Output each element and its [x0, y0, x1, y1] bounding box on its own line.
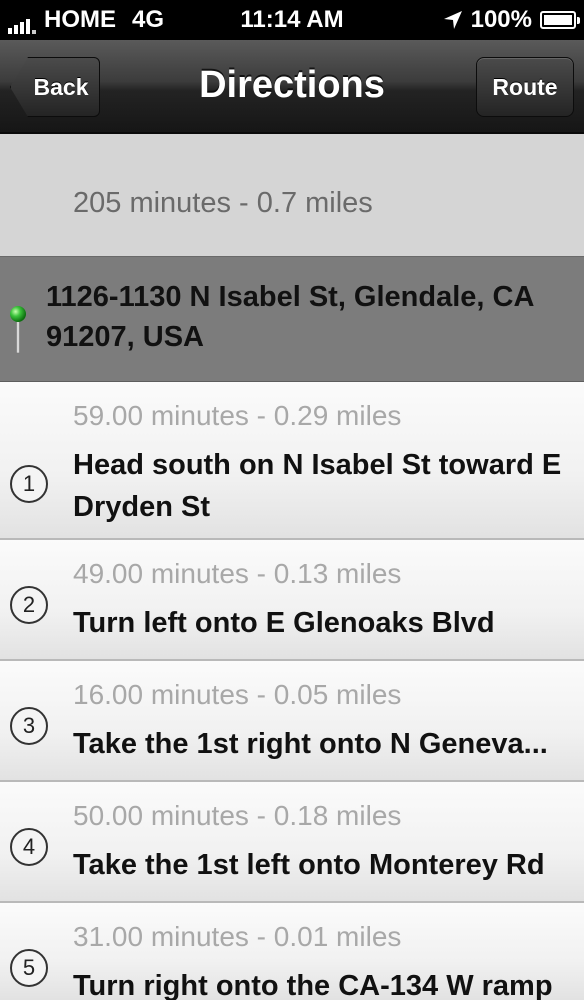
step-instruction: Take the 1st left onto Monterey Rd: [73, 849, 545, 881]
direction-step[interactable]: 49.00 minutes - 0.13 miles Turn left ont…: [0, 540, 584, 661]
step-instruction: Turn left onto E Glenoaks Blvd: [73, 607, 495, 639]
route-summary-text: 205 minutes - 0.7 miles: [73, 187, 373, 219]
step-number-badge: 2: [10, 586, 48, 624]
step-number-badge: 5: [10, 949, 48, 987]
map-pin-icon: [10, 306, 26, 354]
route-summary: 205 minutes - 0.7 miles: [0, 134, 584, 256]
step-number-badge: 4: [10, 828, 48, 866]
step-instruction: Head south on N Isabel St toward E Dryde…: [73, 449, 562, 523]
route-button[interactable]: Route: [476, 57, 574, 117]
direction-step[interactable]: 16.00 minutes - 0.05 miles Take the 1st …: [0, 661, 584, 782]
step-meta: 16.00 minutes - 0.05 miles: [73, 679, 402, 710]
step-instruction: Take the 1st right onto N Geneva...: [73, 728, 548, 760]
status-bar: HOME 4G 11:14 AM 100%: [0, 0, 584, 40]
step-meta: 50.00 minutes - 0.18 miles: [73, 800, 402, 831]
destination-address: 1126-1130 N Isabel St, Glendale, CA 9120…: [46, 281, 534, 353]
step-number-badge: 3: [10, 707, 48, 745]
direction-step[interactable]: 31.00 minutes - 0.01 miles Turn right on…: [0, 903, 584, 1000]
navigation-bar: Back Directions Route: [0, 40, 584, 134]
battery-percent: 100%: [470, 6, 532, 33]
step-meta: 49.00 minutes - 0.13 miles: [73, 558, 402, 589]
step-number-badge: 1: [10, 465, 48, 503]
destination-row[interactable]: 1126-1130 N Isabel St, Glendale, CA 9120…: [0, 256, 584, 382]
location-arrow-icon: [443, 11, 462, 29]
step-meta: 31.00 minutes - 0.01 miles: [73, 921, 402, 952]
battery-fill: [544, 15, 572, 25]
status-bar-right: 100%: [443, 6, 580, 34]
direction-step[interactable]: 50.00 minutes - 0.18 miles Take the 1st …: [0, 782, 584, 903]
direction-step[interactable]: 59.00 minutes - 0.29 miles Head south on…: [0, 382, 584, 540]
step-instruction: Turn right onto the CA-134 W ramp: [73, 970, 553, 1000]
step-meta: 59.00 minutes - 0.29 miles: [73, 400, 402, 431]
battery-icon: [540, 11, 580, 29]
